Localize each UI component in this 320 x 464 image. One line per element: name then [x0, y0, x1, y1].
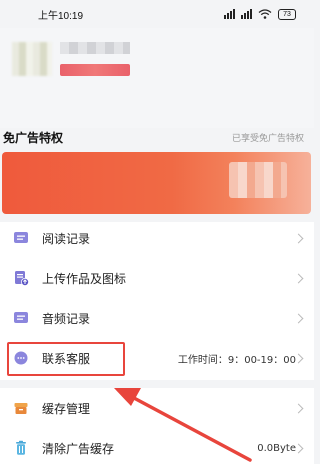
menu-item-audio-history[interactable]: 音频记录: [0, 298, 314, 338]
chevron-right-icon: [293, 403, 304, 413]
signal-icon: [224, 9, 235, 19]
upload-doc-icon: [15, 271, 29, 286]
privilege-title: 免广告特权: [3, 131, 64, 145]
status-icons: 73: [224, 8, 296, 20]
privilege-banner-redacted: [229, 162, 287, 198]
menu-item-label: 阅读记录: [42, 231, 91, 246]
section-divider: [0, 380, 314, 388]
menu-item-label: 上传作品及图标: [42, 271, 127, 286]
status-bar: 上午10:19 73: [0, 0, 314, 28]
chevron-right-icon: [293, 273, 304, 283]
avatar[interactable]: [12, 42, 52, 76]
chat-icon: [14, 312, 28, 323]
working-hours: 工作时间：9：00-19：00: [177, 354, 296, 366]
chat-icon: [14, 232, 28, 243]
wifi-icon: [258, 9, 272, 19]
signal-icon-2: [241, 9, 252, 19]
menu-item-label: 清除广告缓存: [42, 441, 115, 456]
menu-item-label: 音频记录: [42, 311, 91, 326]
profile-header[interactable]: [0, 28, 314, 128]
status-time: 上午10:19: [38, 10, 84, 22]
trash-icon: [16, 440, 26, 455]
menu-item-label: 缓存管理: [42, 401, 91, 416]
username-redacted: [60, 42, 130, 54]
menu-item-reading-history[interactable]: 阅读记录: [0, 218, 314, 258]
privilege-banner[interactable]: [2, 152, 311, 214]
battery-icon: 73: [278, 8, 296, 20]
privilege-note: 已享受免广告特权: [231, 134, 304, 144]
annotation-highlight-box: [7, 342, 125, 376]
box-icon: [14, 403, 28, 414]
chevron-right-icon: [293, 313, 304, 323]
cache-size: 0.0Byte: [257, 442, 296, 454]
vip-badge-redacted: [60, 64, 130, 76]
menu-item-clear-ad-cache[interactable]: 清除广告缓存 0.0Byte: [0, 428, 314, 464]
menu-item-cache-management[interactable]: 缓存管理: [0, 388, 314, 428]
chevron-right-icon: [293, 233, 304, 243]
menu-item-upload-works[interactable]: 上传作品及图标: [0, 258, 314, 298]
